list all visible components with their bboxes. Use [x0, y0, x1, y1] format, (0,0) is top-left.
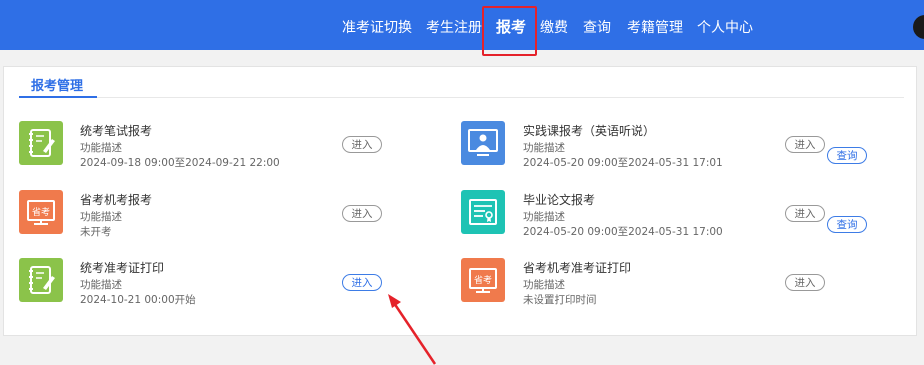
nav-item-records[interactable]: 考籍管理 — [627, 17, 683, 37]
nav-item-profile[interactable]: 个人中心 — [697, 17, 753, 37]
card-desc: 功能描述 — [523, 279, 565, 291]
card-desc: 功能描述 — [80, 142, 122, 154]
card-title: 统考准考证打印 — [80, 261, 165, 275]
nav-item-register[interactable]: 考生注册 — [426, 17, 482, 37]
query-button[interactable]: 查询 — [827, 216, 867, 233]
card-time: 未设置打印时间 — [523, 294, 597, 306]
nav-item-switch-admission[interactable]: 准考证切换 — [342, 17, 412, 37]
tab-active-underline — [19, 96, 97, 98]
card-desc: 功能描述 — [523, 142, 565, 154]
card-title: 省考机考报考 — [80, 193, 153, 207]
card-time: 2024-10-21 00:00开始 — [80, 294, 196, 306]
card-desc: 功能描述 — [80, 211, 122, 223]
certificate-icon — [461, 190, 505, 234]
card-title: 省考机考准考证打印 — [523, 261, 632, 275]
query-button[interactable]: 查询 — [827, 147, 867, 164]
card-time: 2024-05-20 09:00至2024-05-31 17:00 — [523, 226, 723, 238]
notebook-pen-icon — [19, 121, 63, 165]
card-title: 实践课报考（英语听说） — [523, 124, 656, 138]
nav-item-payment[interactable]: 缴费 — [540, 17, 568, 37]
monitor-exam-icon: 省考 — [461, 258, 505, 302]
highlight-box — [482, 6, 537, 56]
notebook-pen-icon — [19, 258, 63, 302]
enter-button[interactable]: 进入 — [785, 136, 825, 153]
enter-button[interactable]: 进入 — [342, 274, 382, 291]
card-desc: 功能描述 — [80, 279, 122, 291]
enter-button[interactable]: 进入 — [785, 274, 825, 291]
card-title: 毕业论文报考 — [523, 193, 596, 207]
svg-text:省考: 省考 — [32, 206, 50, 218]
card-time: 未开考 — [80, 226, 112, 238]
presentation-screen-icon — [461, 121, 505, 165]
monitor-exam-icon: 省考 — [19, 190, 63, 234]
card-desc: 功能描述 — [523, 211, 565, 223]
enter-button[interactable]: 进入 — [785, 205, 825, 222]
tab-apply-management[interactable]: 报考管理 — [31, 75, 83, 94]
enter-button[interactable]: 进入 — [342, 136, 382, 153]
card-time: 2024-09-18 09:00至2024-09-21 22:00 — [80, 157, 280, 169]
tab-divider — [19, 97, 904, 98]
nav-item-query[interactable]: 查询 — [583, 17, 611, 37]
svg-text:省考: 省考 — [474, 274, 492, 286]
card-title: 统考笔试报考 — [80, 124, 153, 138]
enter-button[interactable]: 进入 — [342, 205, 382, 222]
card-time: 2024-05-20 09:00至2024-05-31 17:01 — [523, 157, 723, 169]
